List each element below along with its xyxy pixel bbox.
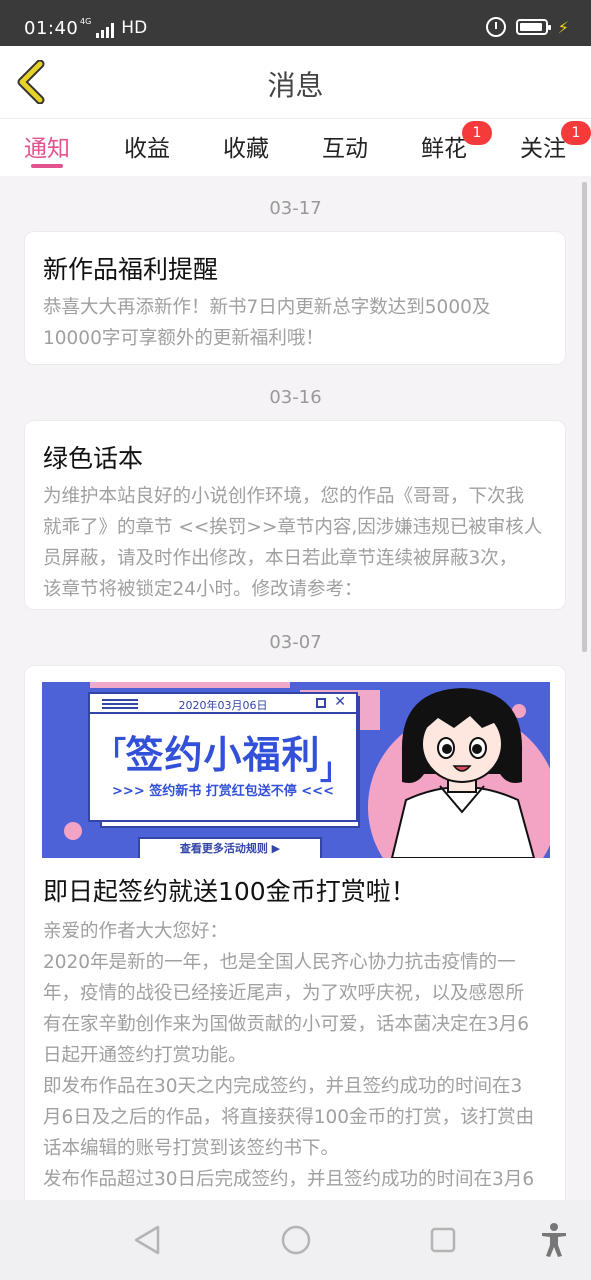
- tab-label: 互动: [322, 136, 368, 162]
- tab-interactions[interactable]: 互动: [305, 129, 385, 163]
- alarm-icon: [485, 17, 506, 37]
- page-title: 消息: [267, 69, 324, 102]
- message-card[interactable]: 2020年03月06日 ✕ 「 签约小福利 」 >>> 签约新书 打赏红包送不停…: [24, 665, 566, 1200]
- message-date: 03-16: [269, 387, 322, 408]
- status-bar: 01:40 4G HD ⚡: [0, 0, 591, 46]
- banner-dot: [64, 822, 82, 840]
- nav-home-icon[interactable]: [280, 1224, 312, 1256]
- message-date: 03-17: [269, 198, 322, 219]
- active-tab-indicator: [31, 164, 63, 168]
- close-icon: ✕: [334, 694, 346, 710]
- charging-icon: ⚡: [557, 17, 569, 37]
- message-body: 恭喜大大再添新作！新书7日内更新总字数达到5000及 10000字可享额外的更新…: [43, 297, 491, 349]
- nav-back-icon[interactable]: [132, 1224, 162, 1256]
- accessibility-icon[interactable]: [540, 1222, 568, 1258]
- tab-label: 鲜花: [421, 136, 467, 162]
- message-title: 即日起签约就送100金币打赏啦！: [43, 877, 416, 906]
- banner-subtitle: >>> 签约新书 打赏红包送不停 <<<: [112, 784, 334, 799]
- tab-notifications[interactable]: 通知: [7, 129, 87, 163]
- status-time: 01:40: [24, 18, 79, 39]
- app-header: 消息: [0, 46, 591, 118]
- tab-flowers[interactable]: 鲜花 1: [404, 121, 492, 163]
- tab-label: 收藏: [223, 136, 269, 162]
- unread-badge: 1: [561, 121, 591, 145]
- tab-label: 通知: [24, 136, 70, 162]
- banner-more-rules[interactable]: 查看更多活动规则 ▶: [138, 837, 322, 858]
- tab-label: 收益: [124, 136, 170, 162]
- message-title: 绿色话本: [43, 444, 144, 473]
- system-nav-bar: [0, 1200, 591, 1280]
- banner-headline: 签约小福利: [125, 733, 321, 777]
- message-card[interactable]: 绿色话本 为维护本站良好的小说创作环境，您的作品《哥哥，下次我 就乖了》的章节 …: [24, 420, 566, 610]
- message-list[interactable]: 03-17 新作品福利提醒 恭喜大大再添新作！新书7日内更新总字数达到5000及…: [0, 176, 591, 1200]
- tab-earnings[interactable]: 收益: [107, 129, 187, 163]
- tab-label: 关注: [520, 136, 566, 162]
- message-card[interactable]: 新作品福利提醒 恭喜大大再添新作！新书7日内更新总字数达到5000及 10000…: [24, 231, 566, 365]
- promo-banner[interactable]: 2020年03月06日 ✕ 「 签约小福利 」 >>> 签约新书 打赏红包送不停…: [42, 682, 550, 858]
- message-title: 新作品福利提醒: [43, 255, 219, 284]
- message-body: 为维护本站良好的小说创作环境，您的作品《哥哥，下次我 就乖了》的章节 <<挨罚>…: [43, 486, 543, 600]
- scrollbar[interactable]: [582, 182, 587, 652]
- message-date: 03-07: [269, 632, 322, 653]
- window-copy-icon: [316, 698, 326, 708]
- hd-indicator: HD: [121, 18, 148, 38]
- banner-card: 2020年03月06日 ✕ 「 签约小福利 」 >>> 签约新书 打赏红包送不停…: [88, 692, 358, 822]
- tab-bar: 通知 收益 收藏 互动 鲜花 1 关注 1: [0, 118, 591, 176]
- nav-recents-icon[interactable]: [428, 1224, 458, 1256]
- unread-badge: 1: [462, 121, 492, 145]
- girl-illustration: [390, 688, 536, 858]
- tab-favorites[interactable]: 收藏: [206, 129, 286, 163]
- signal-indicator: 4G HD: [80, 18, 147, 38]
- network-type: 4G: [80, 17, 92, 26]
- banner-decoration: [90, 682, 290, 688]
- tab-follows[interactable]: 关注 1: [503, 121, 591, 163]
- message-body: 亲爱的作者大大您好： 2020年是新的一年，也是全国人民齐心协力抗击疫情的一 年…: [43, 921, 535, 1190]
- battery-icon: [515, 19, 551, 35]
- signal-bars-icon: [96, 22, 115, 38]
